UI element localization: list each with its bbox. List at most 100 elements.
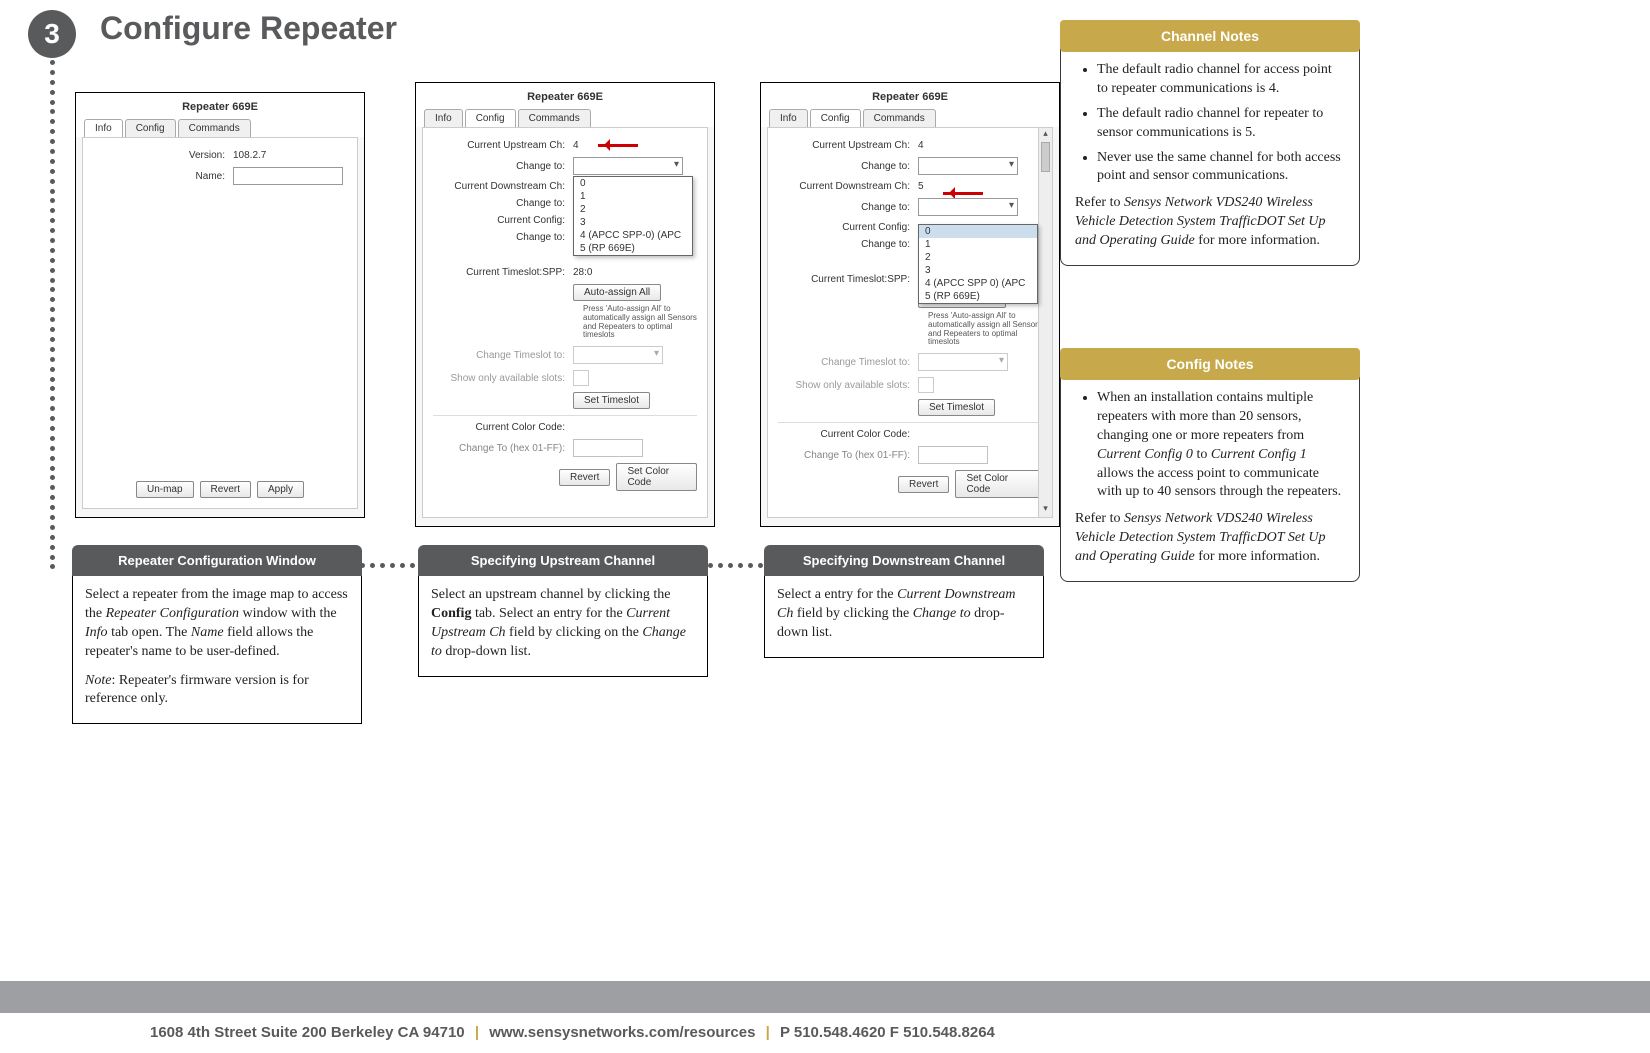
set-timeslot-button[interactable]: Set Timeslot <box>918 399 995 416</box>
config-notes-box: Config Notes When an installation contai… <box>1060 348 1360 582</box>
unmap-button[interactable]: Un-map <box>136 481 194 498</box>
change-to-label: Change to: <box>433 232 573 243</box>
current-color-label: Current Color Code: <box>778 429 918 440</box>
upstream-dropdown-list[interactable]: 0 1 2 3 4 (APCC SPP-0) (APC 5 (RP 669E) <box>573 176 693 256</box>
scroll-down-icon[interactable]: ▾ <box>1039 503 1052 517</box>
tab-commands[interactable]: Commands <box>518 109 591 127</box>
guide-reference: Refer to Sensys Network VDS240 Wireless … <box>1075 510 1345 567</box>
current-downstream-value: 5 <box>918 181 924 192</box>
current-color-label: Current Color Code: <box>433 422 573 433</box>
change-timeslot-select[interactable] <box>918 353 1008 371</box>
color-code-input[interactable] <box>573 439 643 457</box>
step-number-badge: 3 <box>28 10 76 58</box>
dropdown-option[interactable]: 5 (RP 669E) <box>919 290 1037 303</box>
auto-assign-hint: Press 'Auto-assign All' to automatically… <box>778 312 1042 347</box>
caption-heading: Repeater Configuration Window <box>72 545 362 576</box>
downstream-change-to-select[interactable] <box>918 198 1018 216</box>
connector-dots-row-1 <box>360 562 415 568</box>
connector-dots-row-2 <box>708 562 763 568</box>
revert-button[interactable]: Revert <box>898 476 949 493</box>
apply-button[interactable]: Apply <box>257 481 304 498</box>
current-config-label: Current Config: <box>433 215 573 226</box>
dropdown-option[interactable]: 5 (RP 669E) <box>574 242 692 255</box>
change-timeslot-select[interactable] <box>573 346 663 364</box>
auto-assign-button[interactable]: Auto-assign All <box>573 284 661 301</box>
dropdown-option[interactable]: 0 <box>919 225 1037 238</box>
scroll-thumb[interactable] <box>1041 142 1050 172</box>
footer-address: 1608 4th Street Suite 200 Berkeley CA 94… <box>150 1024 465 1041</box>
tab-config[interactable]: Config <box>125 119 176 137</box>
show-available-checkbox[interactable] <box>573 370 589 386</box>
version-label: Version: <box>93 150 233 161</box>
dropdown-option[interactable]: 1 <box>574 190 692 203</box>
caption-repeater-config-window: Repeater Configuration Window Select a r… <box>72 545 362 724</box>
name-label: Name: <box>93 171 233 182</box>
caption-heading: Specifying Upstream Channel <box>418 545 708 576</box>
show-available-checkbox[interactable] <box>918 377 934 393</box>
revert-button[interactable]: Revert <box>200 481 251 498</box>
channel-notes-box: Channel Notes The default radio channel … <box>1060 20 1360 266</box>
change-to-label: Change to: <box>433 198 573 209</box>
footer-url: www.sensysnetworks.com/resources <box>489 1024 755 1041</box>
current-upstream-label: Current Upstream Ch: <box>433 140 573 151</box>
dropdown-option[interactable]: 2 <box>919 251 1037 264</box>
change-color-label: Change To (hex 01-FF): <box>778 450 918 461</box>
tab-commands[interactable]: Commands <box>178 119 251 137</box>
dropdown-option[interactable]: 0 <box>574 177 692 190</box>
tab-info[interactable]: Info <box>769 109 808 127</box>
downstream-dropdown-list[interactable]: 0 1 2 3 4 (APCC SPP 0) (APC 5 (RP 669E) <box>918 224 1038 304</box>
note-item: When an installation contains multiple r… <box>1097 389 1345 502</box>
screenshot-upstream-channel: Repeater 669E Info Config Commands Curre… <box>415 82 715 527</box>
footer-bar <box>0 981 1650 1013</box>
upstream-change-to-select[interactable] <box>918 157 1018 175</box>
caption-body: Select an upstream channel by clicking t… <box>418 576 708 677</box>
change-timeslot-label: Change Timeslot to: <box>433 350 573 361</box>
show-available-label: Show only available slots: <box>778 380 918 391</box>
current-upstream-value: 4 <box>918 140 924 151</box>
note-heading: Config Notes <box>1060 348 1360 380</box>
tab-commands[interactable]: Commands <box>863 109 936 127</box>
caption-downstream-channel: Specifying Downstream Channel Select a e… <box>764 545 1044 658</box>
upstream-change-to-select[interactable] <box>573 157 683 175</box>
revert-button[interactable]: Revert <box>559 469 610 486</box>
color-code-input[interactable] <box>918 446 988 464</box>
current-upstream-value: 4 <box>573 140 579 151</box>
dropdown-option[interactable]: 2 <box>574 203 692 216</box>
footer-text: 1608 4th Street Suite 200 Berkeley CA 94… <box>150 1024 995 1041</box>
separator-icon: | <box>469 1024 485 1041</box>
tab-config[interactable]: Config <box>810 109 861 127</box>
change-to-label: Change to: <box>778 161 918 172</box>
caption-body: Select a repeater from the image map to … <box>72 576 362 724</box>
note-body: When an installation contains multiple r… <box>1060 366 1360 582</box>
show-available-label: Show only available slots: <box>433 373 573 384</box>
set-color-button[interactable]: Set Color Code <box>955 470 1042 498</box>
separator-icon: | <box>760 1024 776 1041</box>
dropdown-option[interactable]: 4 (APCC SPP-0) (APC <box>574 229 692 242</box>
change-to-label: Change to: <box>778 239 918 250</box>
change-timeslot-label: Change Timeslot to: <box>778 357 918 368</box>
connector-dots-vertical <box>50 60 56 570</box>
change-color-label: Change To (hex 01-FF): <box>433 443 573 454</box>
set-timeslot-button[interactable]: Set Timeslot <box>573 392 650 409</box>
screenshot-repeater-config-info: Repeater 669E Info Config Commands Versi… <box>75 92 365 518</box>
dropdown-option[interactable]: 3 <box>919 264 1037 277</box>
scroll-up-icon[interactable]: ▴ <box>1039 128 1052 142</box>
note-item: The default radio channel for access poi… <box>1097 61 1345 99</box>
dropdown-option[interactable]: 3 <box>574 216 692 229</box>
tab-info[interactable]: Info <box>424 109 463 127</box>
name-input[interactable] <box>233 167 343 185</box>
dropdown-option[interactable]: 4 (APCC SPP 0) (APC <box>919 277 1037 290</box>
current-upstream-label: Current Upstream Ch: <box>778 140 918 151</box>
screenshot-downstream-channel: Repeater 669E Info Config Commands ▴ ▾ C… <box>760 82 1060 527</box>
caption-body: Select a entry for the Current Downstrea… <box>764 576 1044 658</box>
change-to-label: Change to: <box>433 161 573 172</box>
change-to-label: Change to: <box>778 202 918 213</box>
version-value: 108.2.7 <box>233 150 266 161</box>
auto-assign-hint: Press 'Auto-assign All' to automatically… <box>433 305 697 340</box>
tab-config[interactable]: Config <box>465 109 516 127</box>
tab-info[interactable]: Info <box>84 119 123 137</box>
window-title: Repeater 669E <box>76 93 364 119</box>
dropdown-option[interactable]: 1 <box>919 238 1037 251</box>
set-color-button[interactable]: Set Color Code <box>616 463 697 491</box>
note-item: The default radio channel for repeater t… <box>1097 105 1345 143</box>
